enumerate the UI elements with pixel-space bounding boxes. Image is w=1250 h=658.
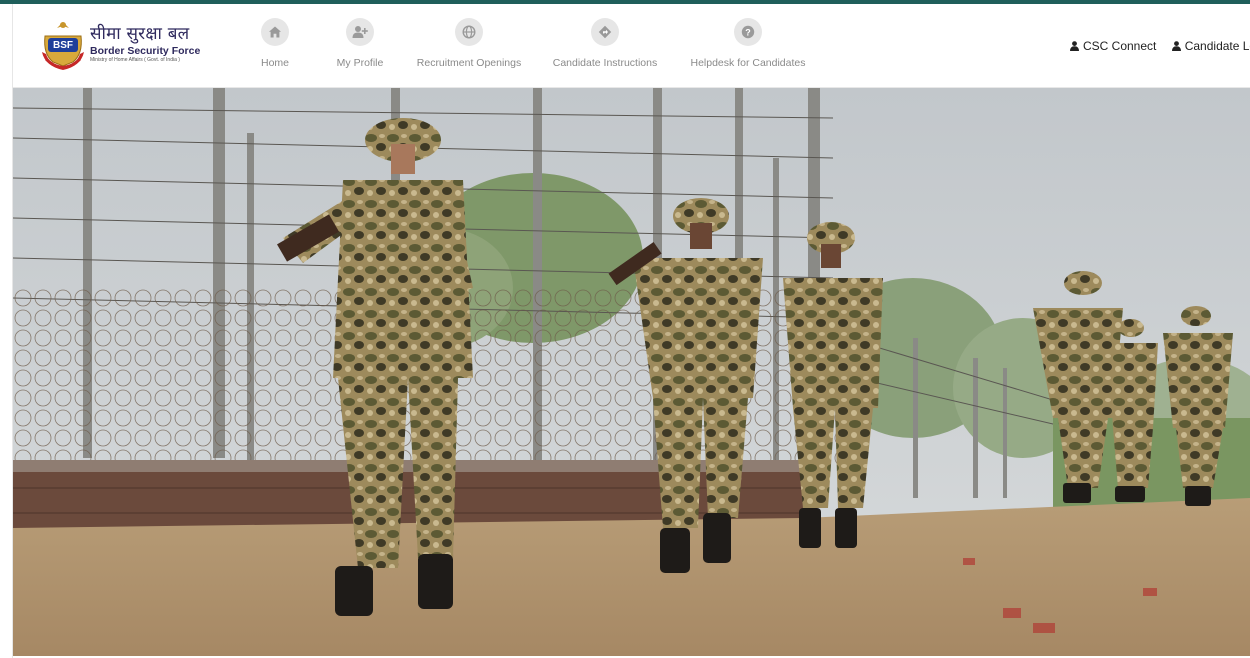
bsf-logo[interactable]: BSF: [35, 16, 91, 76]
candidate-login-link[interactable]: Candidate Login: [1171, 39, 1250, 53]
hero-banner: [13, 88, 1250, 656]
user-icon: [1070, 41, 1079, 51]
nav-item-helpdesk[interactable]: ? Helpdesk for Candidates: [689, 18, 807, 69]
globe-icon: [455, 18, 483, 46]
question-circle-icon: ?: [734, 18, 762, 46]
candidate-login-label: Candidate Login: [1184, 39, 1250, 53]
user-plus-icon: [346, 18, 374, 46]
direction-sign-icon: [591, 18, 619, 46]
brand-hindi-title: सीमा सुरक्षा बल: [90, 24, 190, 44]
nav-item-candidate-instructions[interactable]: Candidate Instructions: [549, 18, 661, 69]
hero-soldiers-image: [13, 88, 1250, 656]
nav-label-home: Home: [260, 57, 289, 69]
svg-text:?: ?: [745, 28, 751, 38]
nav-label-helpdesk: Helpdesk for Candidates: [690, 57, 806, 69]
nav-item-home[interactable]: Home: [243, 18, 307, 69]
home-icon: [261, 18, 289, 46]
user-icon: [1171, 41, 1181, 51]
brand-subtitle: Ministry of Home Affairs ( Govt. of Indi…: [90, 57, 180, 63]
nav-label-candidate-instructions: Candidate Instructions: [552, 57, 658, 69]
nav-item-my-profile[interactable]: My Profile: [328, 18, 392, 69]
site-header: BSF सीमा सुरक्षा बल Border Security Forc…: [13, 4, 1250, 88]
nav-label-recruitment-openings: Recruitment Openings: [416, 57, 522, 69]
brand-block[interactable]: सीमा सुरक्षा बल Border Security Force Mi…: [90, 24, 200, 64]
csc-connect-link[interactable]: CSC Connect: [1070, 39, 1156, 53]
brand-english-title: Border Security Force: [90, 45, 201, 57]
csc-connect-label: CSC Connect: [1083, 39, 1157, 53]
logo-text: BSF: [53, 40, 73, 51]
nav-item-recruitment-openings[interactable]: Recruitment Openings: [413, 18, 525, 69]
header-right-links: CSC Connect Candidate Login: [1070, 39, 1250, 54]
nav-label-my-profile: My Profile: [336, 57, 384, 69]
